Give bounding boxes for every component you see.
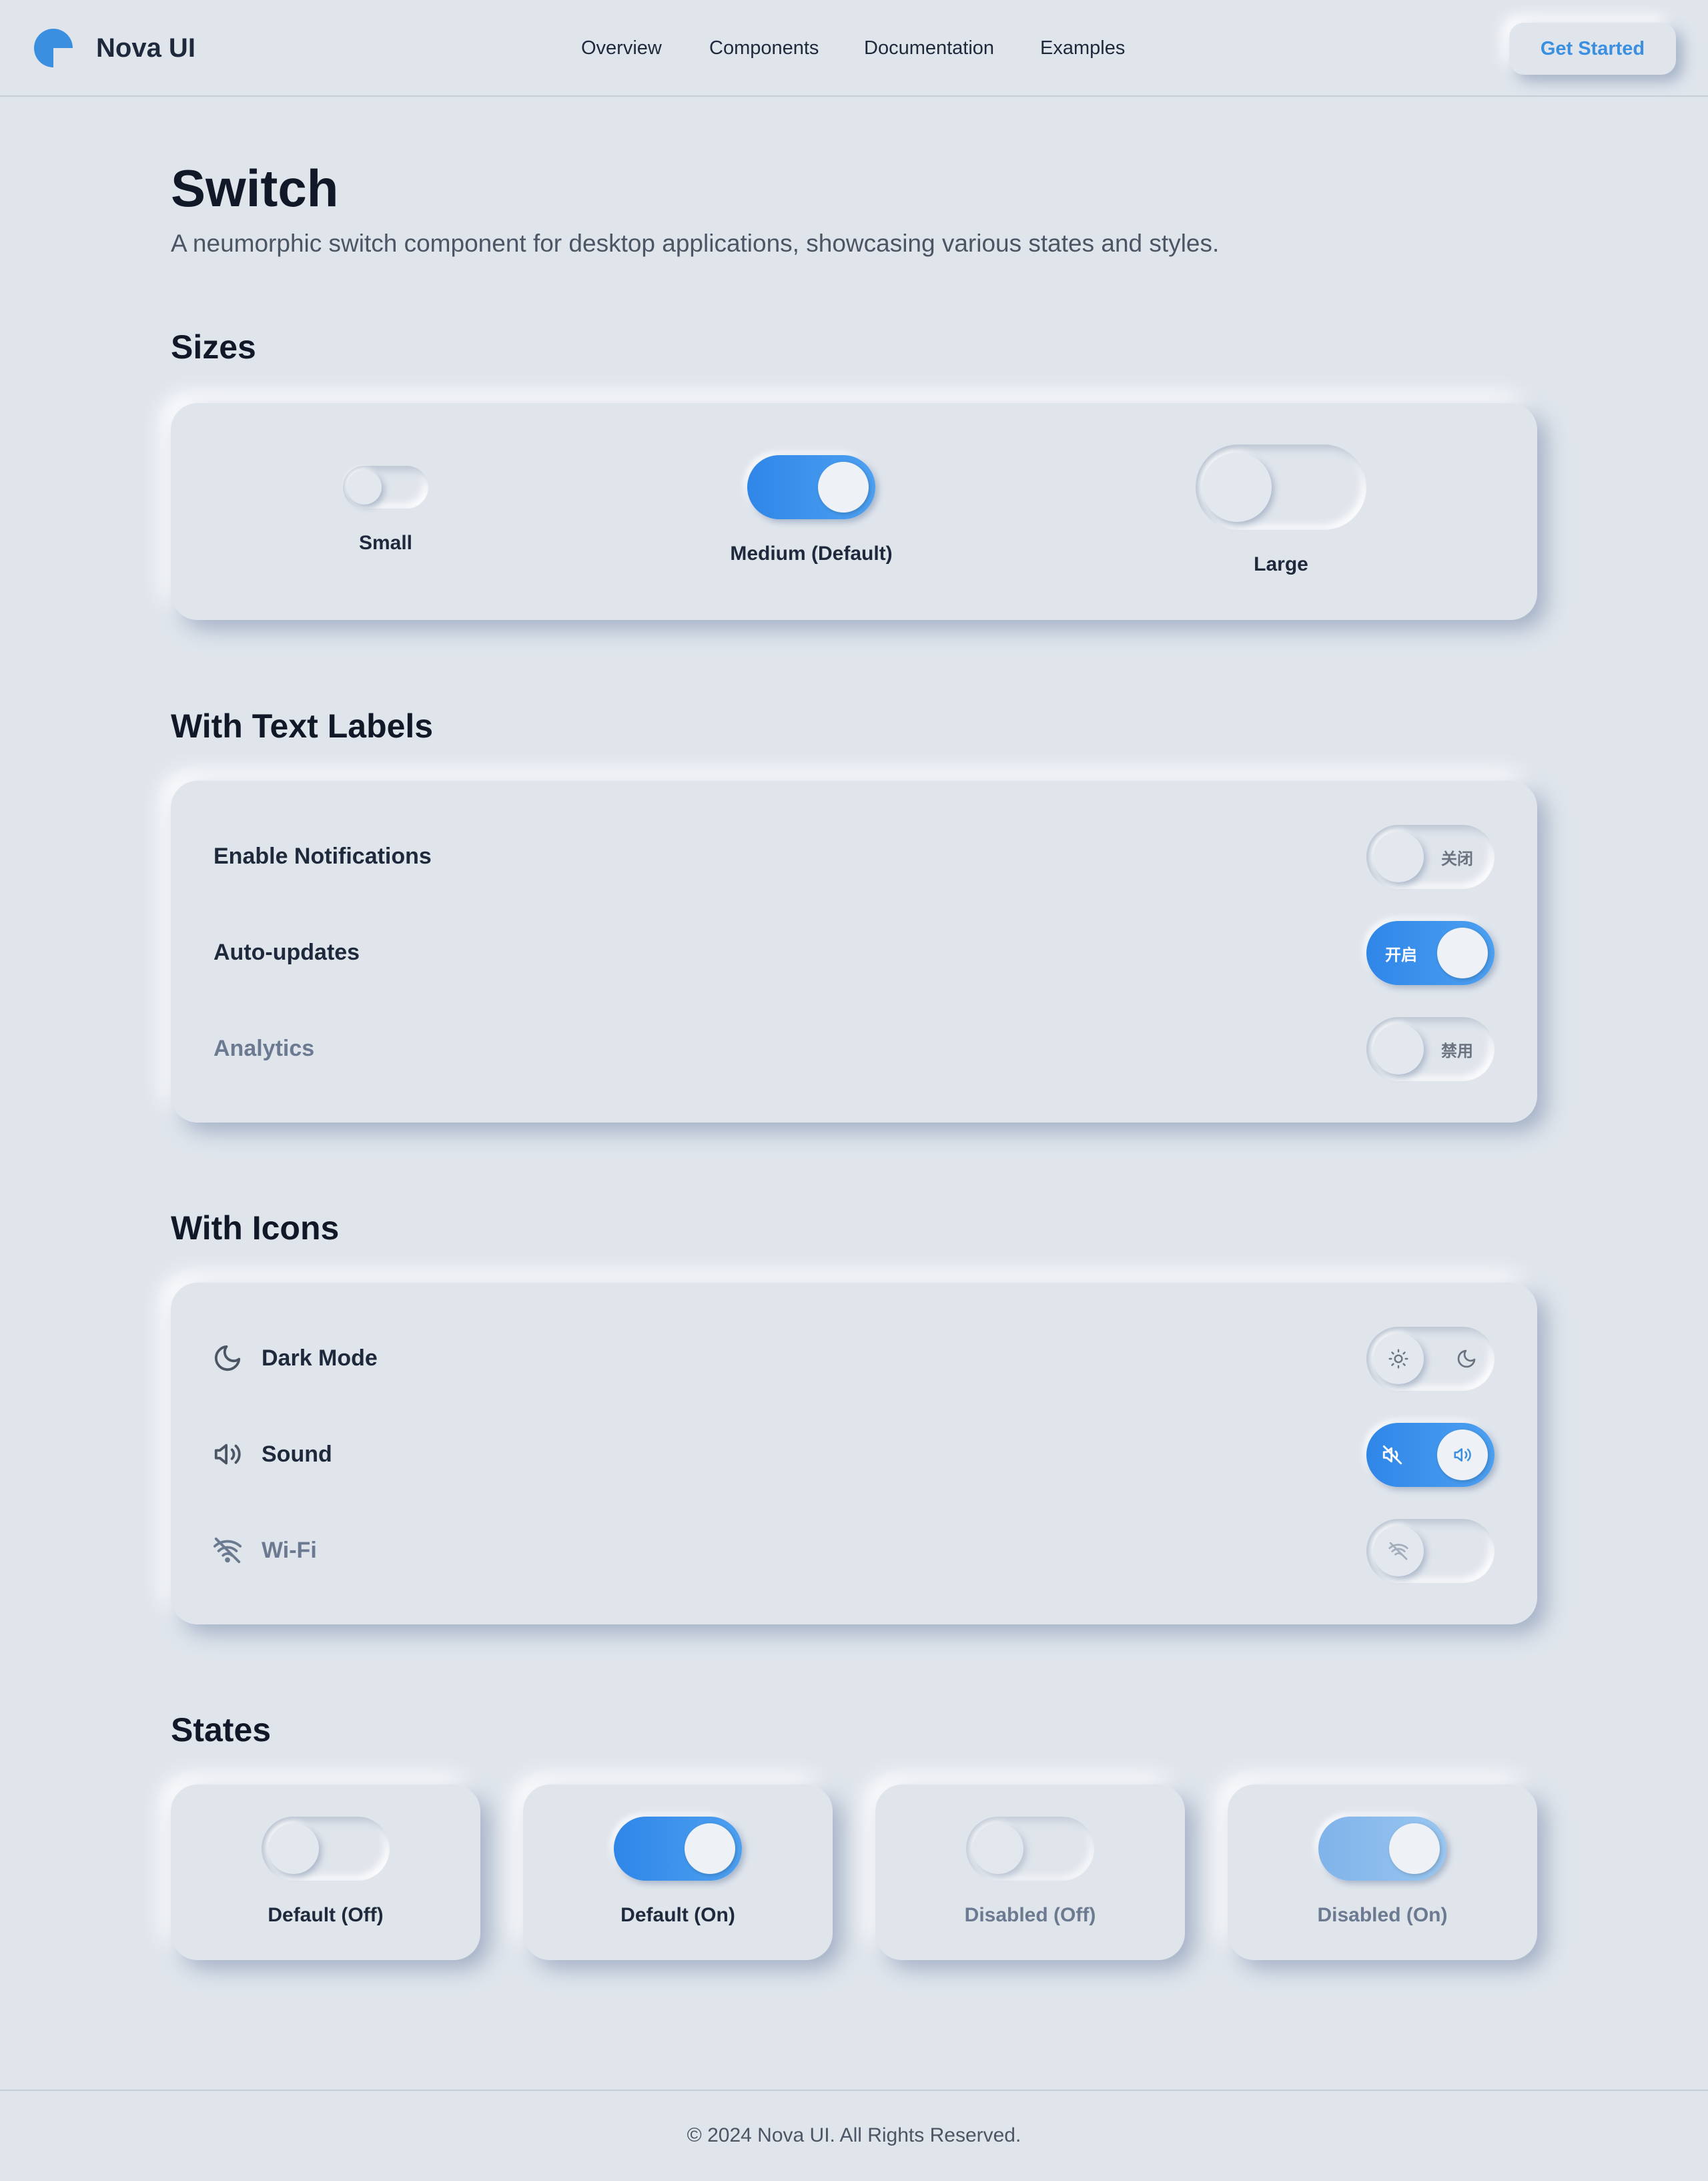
switch-medium-label: Medium (Default) <box>730 543 893 565</box>
notifications-label: Enable Notifications <box>214 844 432 869</box>
switch-default-off[interactable] <box>262 1817 390 1881</box>
state-card-default-on: Default (On) <box>523 1785 833 1960</box>
moon-icon <box>1456 1327 1477 1391</box>
switch-knob <box>1373 1333 1424 1384</box>
switch-knob <box>818 462 869 513</box>
brand-name[interactable]: Nova UI <box>96 29 195 67</box>
switch-off-text: 关闭 <box>1441 849 1473 868</box>
wifi-off-icon <box>212 1535 243 1566</box>
nav-documentation[interactable]: Documentation <box>864 35 994 61</box>
top-bar: Nova UI Overview Components Documentatio… <box>0 0 1708 97</box>
section-title-text-labels: With Text Labels <box>171 707 434 745</box>
state-label: Disabled (On) <box>1317 1904 1448 1926</box>
switch-disabled-on <box>1318 1817 1446 1881</box>
dark-mode-label: Dark Mode <box>262 1345 378 1371</box>
switch-knob <box>1373 1024 1424 1074</box>
switch-small-label: Small <box>358 532 413 554</box>
page-subtitle: A neumorphic switch component for deskto… <box>171 230 1220 257</box>
state-label: Default (On) <box>620 1904 735 1926</box>
switch-knob <box>1373 832 1424 882</box>
switch-knob <box>1437 928 1488 978</box>
analytics-switch: 禁用 <box>1366 1017 1494 1081</box>
switch-knob <box>973 1823 1023 1874</box>
moon-icon <box>212 1343 243 1373</box>
page-title: Switch <box>171 159 339 218</box>
nav-components[interactable]: Components <box>709 35 819 61</box>
dark-mode-switch[interactable] <box>1366 1327 1494 1391</box>
footer-copyright: © 2024 Nova UI. All Rights Reserved. <box>687 2124 1021 2146</box>
sound-switch[interactable] <box>1366 1423 1494 1487</box>
switch-default-on[interactable] <box>614 1817 742 1881</box>
notifications-switch[interactable]: 关闭 <box>1366 825 1494 889</box>
state-label: Disabled (Off) <box>964 1904 1096 1926</box>
icons-card: Dark Mode Sound Wi-Fi <box>171 1283 1537 1624</box>
nav-examples[interactable]: Examples <box>1040 35 1125 61</box>
nova-logo-icon[interactable] <box>33 28 74 69</box>
switch-disabled-off <box>966 1817 1094 1881</box>
wifi-label: Wi-Fi <box>262 1538 317 1563</box>
switch-knob <box>347 470 382 505</box>
section-title-sizes: Sizes <box>171 328 256 366</box>
switch-disabled-text: 禁用 <box>1441 1041 1473 1060</box>
switch-medium[interactable] <box>747 455 875 519</box>
get-started-button[interactable]: Get Started <box>1509 23 1676 75</box>
switch-knob <box>1389 1823 1440 1874</box>
switch-large[interactable] <box>1196 444 1366 530</box>
sizes-card: Small Medium (Default) Large <box>171 403 1537 620</box>
speaker-icon <box>1452 1445 1472 1465</box>
switch-small[interactable] <box>343 466 428 509</box>
switch-large-label: Large <box>1254 553 1308 575</box>
switch-on-text: 开启 <box>1385 945 1417 964</box>
state-card-disabled-off: Disabled (Off) <box>875 1785 1185 1960</box>
nav-overview[interactable]: Overview <box>581 35 662 61</box>
section-title-icons: With Icons <box>171 1209 340 1247</box>
speaker-mute-icon <box>1381 1423 1404 1487</box>
wifi-off-icon <box>1388 1540 1409 1562</box>
state-card-disabled-on: Disabled (On) <box>1228 1785 1537 1960</box>
switch-knob <box>1437 1430 1488 1480</box>
analytics-label: Analytics <box>214 1036 315 1061</box>
sun-icon <box>1388 1348 1409 1369</box>
switch-knob <box>685 1823 735 1874</box>
auto-updates-switch[interactable]: 开启 <box>1366 921 1494 985</box>
wifi-switch <box>1366 1519 1494 1583</box>
state-card-default-off: Default (Off) <box>171 1785 480 1960</box>
state-label: Default (Off) <box>268 1904 384 1926</box>
text-labels-card: Enable Notifications 关闭 Auto-updates 开启 … <box>171 781 1537 1123</box>
auto-updates-label: Auto-updates <box>214 940 360 965</box>
switch-knob <box>268 1823 319 1874</box>
speaker-icon <box>212 1439 243 1470</box>
sound-label: Sound <box>262 1442 332 1467</box>
switch-knob <box>1202 452 1272 522</box>
main-nav: Overview Components Documentation Exampl… <box>0 0 1708 97</box>
section-title-states: States <box>171 1711 272 1749</box>
switch-knob <box>1373 1526 1424 1576</box>
